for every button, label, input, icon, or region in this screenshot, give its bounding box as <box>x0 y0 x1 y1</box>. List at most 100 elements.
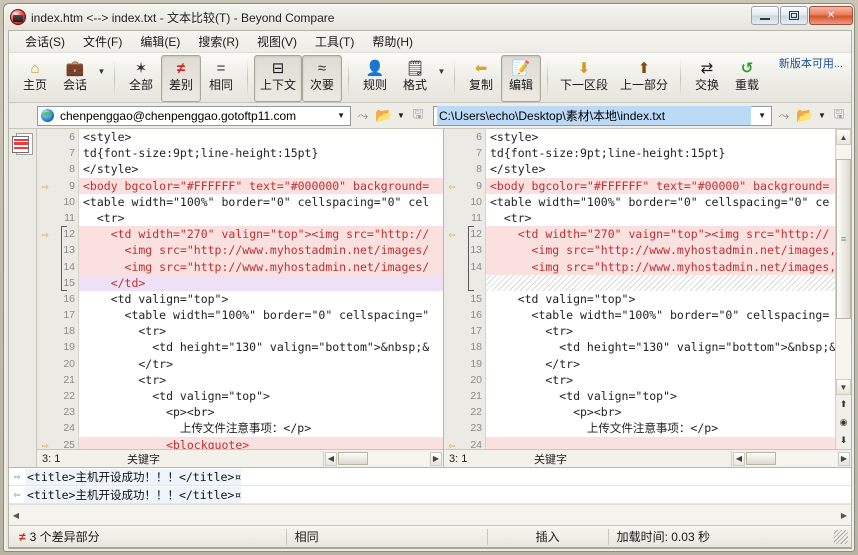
right-code-text[interactable]: <style> td{font-size:9pt;line-height:15pt… <box>486 129 835 449</box>
change-marker-arrow-icon[interactable]: ⇦ <box>444 226 460 242</box>
left-code-text[interactable]: <style> td{font-size:9pt;line-height:15pt… <box>79 129 443 449</box>
home-button[interactable]: ⌂ 主页 <box>15 55 55 102</box>
right-go-icon[interactable]: ⤳ <box>775 106 793 126</box>
code-line[interactable]: 上传文件注意事项：</p> <box>79 420 443 436</box>
right-path-dropdown-icon[interactable]: ▼ <box>755 111 769 120</box>
right-change-markers[interactable]: ⇦ ⇦ ⇦ <box>444 129 460 449</box>
vscroll-track[interactable] <box>836 145 851 379</box>
detail-row-right[interactable]: ⇦ <title>主机开设成功！！！</title>¤ <box>9 486 851 504</box>
format-button[interactable]: 🗒 格式 <box>395 55 435 102</box>
code-line[interactable]: <tr> <box>79 323 443 339</box>
code-line[interactable]: <td valign="top"> <box>79 291 443 307</box>
code-line[interactable]: <body bgcolor="#FFFFFF" text="#000000" b… <box>79 177 443 194</box>
left-browse-folder-icon[interactable]: 📂 <box>375 106 393 126</box>
left-save-icon[interactable]: 🖫 <box>409 106 427 126</box>
code-line[interactable]: <table width="100%" border="0" cellspaci… <box>79 307 443 323</box>
goto-current-difference-icon[interactable]: ◉ <box>836 413 851 431</box>
left-path-dropdown-icon[interactable]: ▼ <box>334 111 348 120</box>
code-line[interactable]: </style> <box>79 161 443 177</box>
code-line[interactable]: <tr> <box>79 210 443 226</box>
right-hscroll-track[interactable] <box>746 451 837 466</box>
code-line[interactable]: <img src="http://www.myhostadmin.net/ima… <box>79 242 443 259</box>
detail-hscroll-left-arrow[interactable]: ◀ <box>9 508 23 522</box>
menu-search[interactable]: 搜索(R) <box>190 31 247 52</box>
vscroll-down-arrow[interactable]: ▼ <box>836 379 851 395</box>
change-marker-arrow-icon[interactable]: ⇨ <box>37 178 53 194</box>
vscroll-up-arrow[interactable]: ▲ <box>836 129 851 145</box>
right-code-area[interactable]: ⇦⇦⇦ 678910111213141516171819202122232425… <box>444 129 851 449</box>
context-button[interactable]: ⊟ 上下文 <box>254 55 303 102</box>
chevron-down-icon[interactable]: ▼ <box>95 55 108 102</box>
reload-button[interactable]: ↺ 重载 <box>727 55 767 102</box>
code-line[interactable]: <body bgcolor="#FFFFFF" text="#00000" ba… <box>486 177 835 194</box>
title-bar[interactable]: index.htm <--> index.txt - 文本比较(T) - Bey… <box>4 4 854 30</box>
left-change-markers[interactable]: ⇨ ⇨ ⇨ <box>37 129 53 449</box>
right-vertical-scrollbar[interactable]: ▲ ▼ ⬆ ◉ ⬇ <box>835 129 851 449</box>
code-line[interactable]: <img src="http://www.myhostadmin.net/ima… <box>486 258 835 275</box>
swap-button[interactable]: ⇄ 交换 <box>687 55 727 102</box>
menu-edit[interactable]: 编辑(E) <box>132 31 188 52</box>
code-line[interactable]: <table width="100%" border="0" cellspaci… <box>79 194 443 210</box>
right-browse-dropdown-icon[interactable]: ▼ <box>817 111 827 120</box>
chevron-down-icon[interactable]: ▼ <box>435 55 448 102</box>
menu-view[interactable]: 视图(V) <box>249 31 305 52</box>
change-marker-arrow-icon[interactable]: ⇦ <box>444 437 460 449</box>
code-line[interactable]: </style> <box>486 161 835 177</box>
menu-help[interactable]: 帮助(H) <box>364 31 421 52</box>
code-line[interactable]: td{font-size:9pt;line-height:15pt} <box>79 145 443 161</box>
code-line[interactable]: <p><br> <box>486 404 835 420</box>
code-line[interactable]: <img src="http://www.myhostadmin.net/ima… <box>79 258 443 275</box>
code-line[interactable]: <td width="270" valign="top"><img src="h… <box>79 226 443 243</box>
right-path-input[interactable]: C:\Users\echo\Desktop\素材\本地\index.txt ▼ <box>433 105 772 126</box>
copy-left-button[interactable]: ⬅ 复制 <box>461 55 501 102</box>
right-browse-folder-icon[interactable]: 📂 <box>796 106 814 126</box>
right-hscroll-left-arrow[interactable]: ◀ <box>733 451 745 466</box>
change-marker-arrow-icon[interactable]: ⇦ <box>444 178 460 194</box>
code-line[interactable]: <style> <box>79 129 443 145</box>
code-line[interactable]: td{font-size:9pt;line-height:15pt} <box>486 145 835 161</box>
left-horizontal-scrollbar[interactable]: ◀ ▶ <box>323 450 443 467</box>
rules-button[interactable]: 👤 规则 <box>355 55 395 102</box>
code-line[interactable] <box>486 436 835 449</box>
code-line[interactable]: </tr> <box>79 356 443 372</box>
code-line[interactable]: <table width="100%" border="0" cellspaci… <box>486 307 835 323</box>
right-save-icon[interactable]: 🖫 <box>830 106 848 126</box>
change-marker-arrow-icon[interactable]: ⇨ <box>37 226 53 242</box>
code-line[interactable]: <td height="130" valign="bottom">&nbsp;& <box>486 339 835 355</box>
left-hscroll-left-arrow[interactable]: ◀ <box>325 451 337 466</box>
left-hscroll-track[interactable] <box>338 451 429 466</box>
left-hscroll-right-arrow[interactable]: ▶ <box>430 451 442 466</box>
difference-overview-map[interactable] <box>9 129 37 467</box>
vscroll-thumb[interactable] <box>836 159 851 319</box>
edit-button[interactable]: 📝 编辑 <box>501 55 542 102</box>
previous-section-button[interactable]: ⬆ 上一部分 <box>614 55 674 102</box>
show-same-button[interactable]: = 相同 <box>201 55 241 102</box>
code-line[interactable]: <img src="http://www.myhostadmin.net/ima… <box>486 242 835 259</box>
minor-button[interactable]: ≈ 次要 <box>302 55 343 102</box>
detail-hscroll-right-arrow[interactable]: ▶ <box>837 508 851 522</box>
code-line[interactable]: <tr> <box>79 372 443 388</box>
code-line[interactable]: <tr> <box>486 372 835 388</box>
left-code-area[interactable]: ⇨ ⇨ ⇨ 6 7 8 9 10 11 12 13 14 15 16 17 18 19 20 21 22 23 24 25… <box>37 129 443 449</box>
code-line[interactable]: <td height="130" valign="bottom">&nbsp;& <box>79 339 443 355</box>
menu-file[interactable]: 文件(F) <box>75 31 130 52</box>
left-path-input[interactable]: chenpenggao@chenpenggao.gotoftp11.com ▼ <box>37 105 351 126</box>
goto-last-difference-icon[interactable]: ⬇ <box>836 431 851 449</box>
next-section-button[interactable]: ⬇ 下一区段 <box>554 55 614 102</box>
code-line[interactable]: <p><br> <box>79 404 443 420</box>
session-button[interactable]: 💼 会话 <box>55 55 95 102</box>
change-marker-arrow-icon[interactable]: ⇨ <box>37 437 53 449</box>
code-line[interactable]: <style> <box>486 129 835 145</box>
detail-row-left[interactable]: ⇨ <title>主机开设成功！！！</title>¤ <box>9 468 851 486</box>
detail-horizontal-scrollbar[interactable]: ◀ ▶ <box>9 504 851 525</box>
right-hscroll-thumb[interactable] <box>746 451 776 465</box>
show-all-button[interactable]: ✶ 全部 <box>121 55 161 102</box>
goto-first-difference-icon[interactable]: ⬆ <box>836 395 851 413</box>
code-line[interactable]: <td valign="top"> <box>79 388 443 404</box>
code-line[interactable]: <tr> <box>486 323 835 339</box>
minimize-button[interactable] <box>751 6 779 25</box>
code-line[interactable]: <tr> <box>486 210 835 226</box>
left-browse-dropdown-icon[interactable]: ▼ <box>396 111 406 120</box>
code-line[interactable]: <table width="100%" border="0" cellspaci… <box>486 194 835 210</box>
code-line[interactable]: <blockquote> <box>79 436 443 449</box>
